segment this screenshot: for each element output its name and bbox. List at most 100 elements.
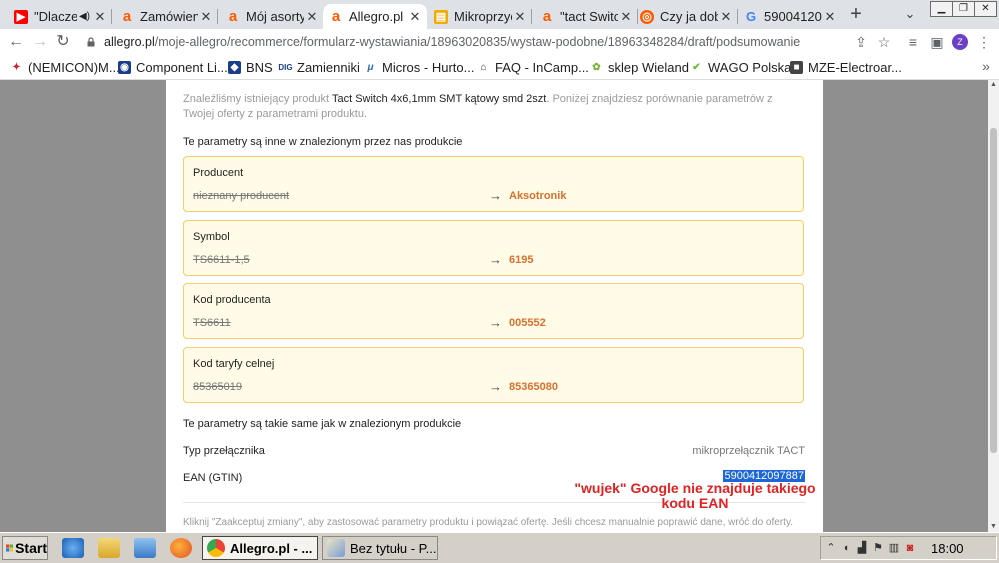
tab-asortyment[interactable]: a Mój asorty ✕ (220, 4, 324, 29)
tab-search-chevron-icon[interactable]: ⌄ (900, 6, 920, 22)
back-button[interactable]: ← (6, 32, 26, 52)
close-tab-icon[interactable]: ✕ (94, 9, 106, 25)
bookmark-bns[interactable]: ◆ BNS (228, 58, 273, 76)
bookmark-micros[interactable]: μ Micros - Hurto... (364, 58, 474, 76)
bookmark-star-icon[interactable]: ☆ (874, 32, 894, 52)
close-tab-icon[interactable]: ✕ (620, 9, 632, 25)
arrow-right-icon: → (489, 252, 502, 267)
param-value: mikroprzełącznik TACT (692, 445, 805, 457)
param-card-kod-taryfy: Kod taryfy celnej 85365019 → 85365080 (183, 347, 804, 403)
page-viewport: Znaleźliśmy istniejący produkt Tact Swit… (0, 80, 988, 532)
paint-icon (327, 539, 345, 557)
bns-icon: ◆ (228, 60, 241, 74)
maximize-button[interactable]: ❐ (952, 1, 975, 17)
param-card-producent: Producent nieznany producent → Aksotroni… (183, 156, 804, 212)
scrollbar-thumb[interactable] (990, 128, 997, 453)
summary-panel: Znaleźliśmy istniejący produkt Tact Swit… (166, 80, 823, 532)
close-tab-icon[interactable]: ✕ (409, 9, 421, 25)
param-label: Typ przełącznika (183, 445, 265, 457)
youtube-icon: ▶ (14, 9, 28, 24)
param-old-value: nieznany producent (193, 190, 290, 202)
task-label: Allegro.pl - ... (230, 540, 313, 556)
tab-title: "Dlacze (34, 9, 77, 24)
close-tab-icon[interactable]: ✕ (720, 9, 732, 25)
reload-button[interactable]: ↻ (53, 32, 73, 52)
param-card-kod-producenta: Kod producenta TS6611 → 005552 (183, 283, 804, 339)
close-tab-icon[interactable]: ✕ (514, 9, 526, 25)
allegro-icon: a (542, 8, 552, 25)
bookmark-faq-incamp[interactable]: ⌂ FAQ - InCamp... (477, 58, 588, 76)
share-icon[interactable]: ⇪ (851, 32, 871, 52)
tray-expand-icon[interactable]: ⌃ (825, 542, 837, 554)
flag-icon[interactable]: ⚑ (872, 542, 884, 554)
internet-explorer-icon[interactable] (62, 538, 84, 558)
tab-czy-ja-dobrze[interactable]: ◎ Czy ja dob ✕ (634, 4, 738, 29)
param-label: Kod producenta (193, 294, 271, 306)
device-icon[interactable]: ▥ (888, 542, 900, 554)
page-scrollbar[interactable]: ▲ ▼ (988, 80, 999, 532)
tab-youtube[interactable]: ▶ "Dlacze ◀) ✕ (8, 4, 112, 29)
firefox-icon[interactable] (170, 538, 192, 558)
tab-google-ean[interactable]: G 590041209 ✕ (738, 4, 842, 29)
arrow-right-icon: → (489, 188, 502, 203)
task-label: Bez tytułu - P... (350, 540, 437, 556)
task-paint[interactable]: Bez tytułu - P... (322, 536, 438, 560)
tab-strip: ▶ "Dlacze ◀) ✕ a Zamówieni ✕ a Mój asort… (0, 0, 999, 29)
param-row-typ-przelacznika: Typ przełącznika mikroprzełącznik TACT (183, 445, 805, 461)
footer-instructions: Kliknij "Zaakceptuj zmiany", aby zastoso… (183, 517, 793, 528)
security-icon[interactable]: ◙ (904, 542, 916, 554)
allegro-icon: a (122, 8, 132, 25)
close-tab-icon[interactable]: ✕ (200, 9, 212, 25)
reading-list-icon[interactable]: ≡ (903, 32, 923, 52)
close-window-button[interactable]: ✕ (974, 1, 997, 17)
param-card-symbol: Symbol TS6611-1,5 → 6195 (183, 220, 804, 276)
param-new-value: 005552 (509, 317, 546, 329)
component-icon: ◉ (118, 60, 131, 74)
speaker-icon[interactable]: ◖ (840, 542, 852, 554)
forward-button[interactable]: → (30, 32, 50, 52)
param-new-value: Aksotronik (509, 190, 567, 202)
network-icon[interactable]: ▟ (856, 542, 868, 554)
bookmark-mze[interactable]: ■ MZE-Electroar... (790, 58, 902, 76)
bookmark-component-list[interactable]: ◉ Component Li... (118, 58, 228, 76)
close-tab-icon[interactable]: ✕ (306, 9, 318, 25)
new-tab-button[interactable]: + (845, 4, 867, 26)
param-old-value: 85365019 (193, 381, 242, 393)
task-chrome-allegro[interactable]: Allegro.pl - ... (202, 536, 318, 560)
scroll-up-arrow-icon[interactable]: ▲ (988, 80, 999, 90)
bookmark-nemicon[interactable]: ✦ (NEMICON)M... (10, 58, 120, 76)
arrow-right-icon: → (489, 315, 502, 330)
address-bar[interactable]: allegro.pl/moje-allegro/recommerce/formu… (80, 31, 840, 53)
profile-avatar[interactable]: Z (952, 34, 968, 50)
tab-tact-switch[interactable]: a "tact Switc ✕ (534, 4, 638, 29)
param-label: EAN (GTIN) (183, 472, 243, 484)
google-icon: G (745, 9, 757, 24)
windows-logo-icon (6, 544, 14, 552)
bookmark-label: (NEMICON)M... (28, 59, 120, 75)
clock[interactable]: 18:00 (931, 541, 964, 556)
scroll-down-arrow-icon[interactable]: ▼ (988, 522, 999, 532)
media-player-icon[interactable] (134, 538, 156, 558)
tab-title: Mikroprzyc (454, 9, 512, 24)
bookmark-label: Component Li... (136, 59, 228, 75)
tab-allegro-active[interactable]: a Allegro.pl - ✕ (323, 4, 427, 29)
bookmark-zamienniki[interactable]: DIG Zamienniki (278, 58, 359, 76)
bookmarks-overflow-icon[interactable]: » (976, 56, 996, 76)
tab-mikroprzyciski[interactable]: ▤ Mikroprzyc ✕ (428, 4, 532, 29)
bookmark-wago[interactable]: ✔ WAGO Polska (690, 58, 791, 76)
close-tab-icon[interactable]: ✕ (824, 9, 836, 25)
minimize-button[interactable]: ▁ (930, 1, 953, 17)
param-label: Producent (193, 167, 244, 179)
menu-kebab-icon[interactable]: ⋮ (974, 32, 994, 52)
wago-icon: ✔ (692, 61, 701, 73)
bookmark-wieland[interactable]: ✿ sklep Wieland (590, 58, 689, 76)
folder-icon[interactable] (98, 538, 120, 558)
tab-title: Allegro.pl - (349, 9, 407, 24)
allegro-icon: a (228, 8, 238, 25)
param-new-value: 85365080 (509, 381, 558, 393)
tab-zamowienia[interactable]: a Zamówieni ✕ (114, 4, 218, 29)
start-button[interactable]: Start (2, 536, 48, 560)
red-annotation-text: "wujek" Google nie znajduje takiego kodu… (574, 480, 816, 511)
lock-icon[interactable] (86, 37, 96, 47)
side-panel-icon[interactable]: ▣ (927, 32, 947, 52)
